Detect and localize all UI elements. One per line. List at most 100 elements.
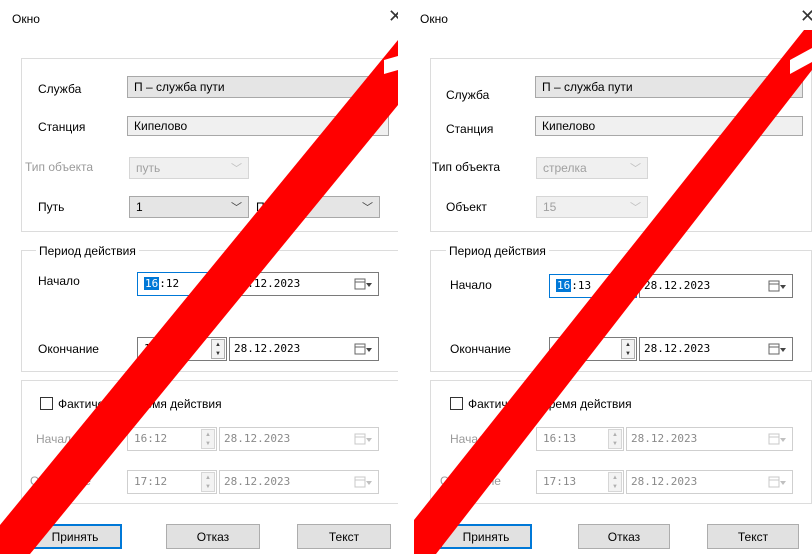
object-type-select[interactable]: стрелка ﹀ [536,157,648,179]
text-button[interactable]: Текст [707,524,799,549]
start-date-field[interactable]: 28.12.2023 [229,272,379,296]
close-icon[interactable]: ✕ [388,6,398,27]
actual-end-time-field[interactable]: 17:12 ▲ ▼ [127,470,217,494]
spin-down-icon[interactable]: ▼ [205,484,211,490]
actual-time-checkbox[interactable] [40,397,53,410]
end-time-field[interactable]: 17:13 ▲ ▼ [549,337,637,361]
calendar-dropdown-icon[interactable] [354,276,372,292]
object-type-label: Тип объекта [25,160,94,174]
spin-up-icon[interactable]: ▲ [625,342,631,348]
start-date-value: 28.12.2023 [234,277,301,290]
object-label: Объект [446,200,487,214]
actual-start-label: Начало [450,432,492,446]
start-date-field[interactable]: 28.12.2023 [639,274,793,298]
actual-start-date-value: 28.12.2023 [631,432,698,445]
calendar-dropdown-icon[interactable] [354,341,372,357]
station-value: Кипелово [134,119,188,133]
accept-button[interactable]: Принять [440,524,532,549]
time-spinner[interactable]: ▲ ▼ [608,429,622,449]
actual-start-time-value: 16:13 [543,432,577,445]
calendar-dropdown-icon[interactable] [768,431,786,447]
park-value: 1 [305,200,312,214]
service-select[interactable]: П – служба пути ﹀ [127,76,389,98]
actual-end-label: Окончание [30,474,91,488]
spin-down-icon[interactable]: ▼ [625,288,631,294]
spin-down-icon[interactable]: ▼ [205,441,211,447]
start-time-hour: 16 [556,279,572,292]
actual-start-time-field[interactable]: 16:12 ▲ ▼ [127,427,217,451]
object-type-value: путь [136,161,161,175]
object-value: 15 [543,200,557,214]
end-time-value: 17:12 [144,342,178,355]
spin-up-icon[interactable]: ▲ [612,432,618,438]
time-spinner[interactable]: ▲ ▼ [211,274,225,294]
end-time-field[interactable]: 17:12 ▲ ▼ [137,337,227,361]
service-select[interactable]: П – служба пути ﹀ [535,76,803,98]
actual-end-date-value: 28.12.2023 [224,475,291,488]
time-spinner[interactable]: ▲ ▼ [608,472,622,492]
calendar-dropdown-icon[interactable] [768,341,786,357]
actual-end-date-field[interactable]: 28.12.2023 [626,470,793,494]
spin-down-icon[interactable]: ▼ [215,351,221,357]
actual-start-label: Начало [36,432,78,446]
time-spinner[interactable]: ▲ ▼ [621,339,635,359]
actual-end-date-field[interactable]: 28.12.2023 [219,470,379,494]
time-spinner[interactable]: ▲ ▼ [621,276,635,296]
window-title: Окно [12,12,40,26]
service-label: Служба [446,88,490,102]
park-select[interactable]: 1 ﹀ [298,196,380,218]
time-spinner[interactable]: ▲ ▼ [201,472,215,492]
end-date-value: 28.12.2023 [234,342,301,355]
chevron-down-icon: ﹀ [371,82,382,94]
calendar-dropdown-icon[interactable] [768,474,786,490]
time-spinner[interactable]: ▲ ▼ [211,339,225,359]
close-icon[interactable]: ✕ [800,6,812,27]
spin-down-icon[interactable]: ▼ [612,484,618,490]
object-select[interactable]: 15 ﹀ [536,196,648,218]
station-label: Станция [38,120,86,134]
station-field[interactable]: Кипелово [127,116,389,136]
chevron-down-icon: ﹀ [785,82,796,94]
spin-up-icon[interactable]: ▲ [205,432,211,438]
time-spinner[interactable]: ▲ ▼ [201,429,215,449]
actual-time-label: Фактическое время действия [468,397,632,411]
spin-up-icon[interactable]: ▲ [215,277,221,283]
track-select[interactable]: 1 ﹀ [129,196,249,218]
start-time-field[interactable]: 16:13 ▲ ▼ [549,274,637,298]
actual-start-date-field[interactable]: 28.12.2023 [219,427,379,451]
text-button[interactable]: Текст [297,524,391,549]
actual-end-time-field[interactable]: 17:13 ▲ ▼ [536,470,624,494]
end-date-field[interactable]: 28.12.2023 [639,337,793,361]
actual-time-checkbox[interactable] [450,397,463,410]
spin-up-icon[interactable]: ▲ [625,279,631,285]
end-date-field[interactable]: 28.12.2023 [229,337,379,361]
object-type-value: стрелка [543,161,587,175]
end-label: Окончание [450,342,511,356]
spin-down-icon[interactable]: ▼ [215,286,221,292]
calendar-dropdown-icon[interactable] [768,278,786,294]
cancel-button[interactable]: Отказ [166,524,260,549]
object-type-select[interactable]: путь ﹀ [129,157,249,179]
period-title: Период действия [36,244,139,258]
park-label: Парк [256,200,284,214]
station-field[interactable]: Кипелово [535,116,803,136]
spin-up-icon[interactable]: ▲ [205,475,211,481]
spin-up-icon[interactable]: ▲ [612,475,618,481]
dialog-window-2: Окно ✕ Служба П – служба пути ﹀ Станция … [414,0,812,554]
spin-down-icon[interactable]: ▼ [625,351,631,357]
spin-up-icon[interactable]: ▲ [215,342,221,348]
start-time-rest: :12 [159,277,180,290]
start-time-field[interactable]: 16:12 ▲ ▼ [137,272,227,296]
chevron-down-icon: ﹀ [630,202,641,214]
track-label: Путь [38,200,65,214]
calendar-dropdown-icon[interactable] [354,431,372,447]
start-time-hour: 16 [144,277,160,290]
actual-start-time-field[interactable]: 16:13 ▲ ▼ [536,427,624,451]
spin-down-icon[interactable]: ▼ [612,441,618,447]
actual-start-date-field[interactable]: 28.12.2023 [626,427,793,451]
cancel-button[interactable]: Отказ [578,524,670,549]
accept-button[interactable]: Принять [28,524,122,549]
end-time-value: 17:13 [556,342,590,355]
calendar-dropdown-icon[interactable] [354,474,372,490]
dialog-window-1: Окно ✕ Служба П – служба пути ﹀ Станция … [0,0,398,554]
